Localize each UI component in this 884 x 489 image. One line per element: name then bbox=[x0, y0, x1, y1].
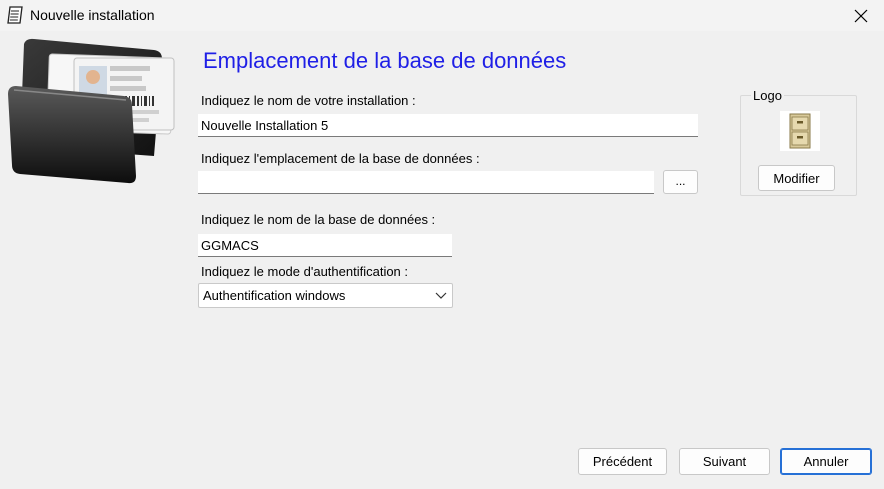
id-cards-folder-icon bbox=[8, 38, 175, 184]
file-cabinet-icon bbox=[780, 111, 820, 151]
db-location-input[interactable] bbox=[198, 171, 654, 194]
logo-legend: Logo bbox=[751, 88, 784, 103]
chevron-down-icon bbox=[435, 292, 447, 299]
browse-button[interactable]: ... bbox=[663, 170, 698, 194]
close-icon bbox=[854, 9, 868, 22]
logo-group: Logo Modifier bbox=[740, 88, 857, 196]
install-name-input[interactable]: Nouvelle Installation 5 bbox=[198, 114, 698, 137]
auth-mode-value: Authentification windows bbox=[203, 288, 346, 303]
page-heading: Emplacement de la base de données bbox=[203, 48, 567, 73]
title-bar: Nouvelle installation bbox=[0, 0, 884, 31]
db-name-label: Indiquez le nom de la base de données : bbox=[201, 212, 436, 227]
notepad-icon bbox=[7, 6, 23, 24]
install-name-label: Indiquez le nom de votre installation : bbox=[201, 93, 416, 108]
db-location-label: Indiquez l'emplacement de la base de don… bbox=[201, 151, 480, 166]
modify-logo-button[interactable]: Modifier bbox=[758, 165, 835, 191]
next-button[interactable]: Suivant bbox=[679, 448, 770, 475]
previous-button[interactable]: Précédent bbox=[578, 448, 667, 475]
cancel-button[interactable]: Annuler bbox=[780, 448, 872, 475]
auth-mode-select[interactable]: Authentification windows bbox=[198, 283, 453, 308]
window-title: Nouvelle installation bbox=[30, 7, 155, 23]
close-button[interactable] bbox=[838, 0, 884, 31]
auth-mode-label: Indiquez le mode d'authentification : bbox=[201, 264, 409, 279]
installation-dialog: Nouvelle installation Emplacement de la … bbox=[0, 0, 884, 489]
db-name-input[interactable]: GGMACS bbox=[198, 234, 452, 257]
